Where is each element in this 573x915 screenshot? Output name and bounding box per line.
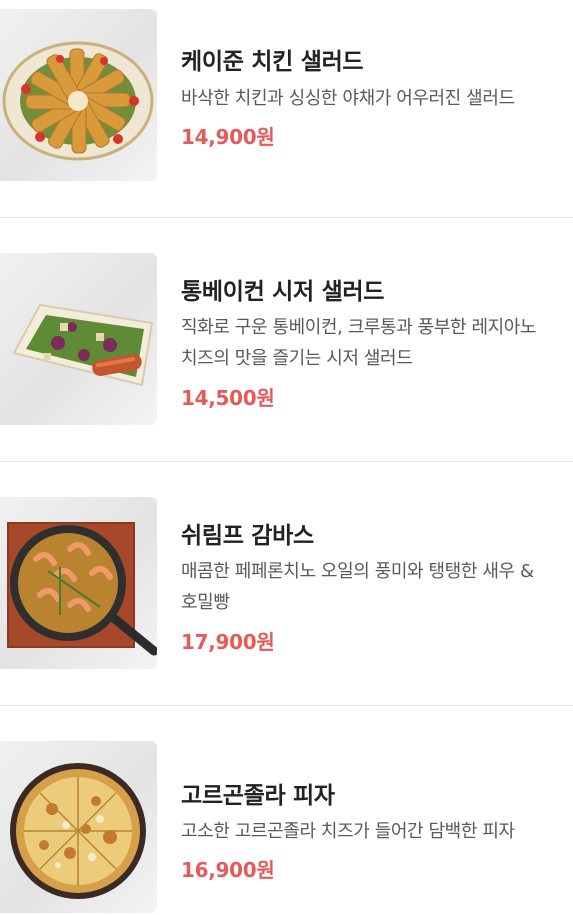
- description-line: 매콤한 페페론치노 오일의 풍미와 탱탱한 새우 &: [181, 561, 534, 582]
- menu-item-price: 17,900원: [181, 630, 275, 654]
- cajun-chicken-salad-image: [0, 9, 157, 181]
- menu-item-description: 고소한 고르곤졸라 치즈가 들어간 담백한 피자: [181, 816, 573, 847]
- menu-item-shrimp-gambas[interactable]: 쉬림프 감바스 매콤한 페페론치노 오일의 풍미와 탱탱한 새우 & 호밀빵 1…: [0, 462, 573, 706]
- menu-item-title: 케이준 치킨 샐러드: [181, 49, 364, 75]
- description-line: 바삭한 치킨과 싱싱한 야채가 어우러진 샐러드: [181, 88, 515, 109]
- menu-item-gorgonzola-pizza[interactable]: 고르곤졸라 피자 고소한 고르곤졸라 치즈가 들어간 담백한 피자 16,900…: [0, 706, 573, 915]
- menu-item-title: 통베이컨 시저 샐러드: [181, 279, 385, 305]
- menu-item-title: 고르곤졸라 피자: [181, 783, 335, 809]
- shrimp-gambas-image: [0, 497, 157, 669]
- description-line: 직화로 구운 통베이컨, 크루통과 풍부한 레지아노: [181, 317, 537, 338]
- menu-item-price: 14,500원: [181, 386, 275, 410]
- menu-item-title: 쉬림프 감바스: [181, 523, 314, 549]
- menu-item-bacon-caesar-salad[interactable]: 통베이컨 시저 샐러드 직화로 구운 통베이컨, 크루통과 풍부한 레지아노 치…: [0, 218, 573, 462]
- menu-item-description: 직화로 구운 통베이컨, 크루통과 풍부한 레지아노 치즈의 맛을 즐기는 시저…: [181, 312, 573, 374]
- gorgonzola-pizza-image: [0, 741, 157, 913]
- description-line: 호밀빵: [181, 592, 230, 613]
- menu-list: 케이준 치킨 샐러드 바삭한 치킨과 싱싱한 야채가 어우러진 샐러드 14,9…: [0, 0, 573, 915]
- menu-item-cajun-chicken-salad[interactable]: 케이준 치킨 샐러드 바삭한 치킨과 싱싱한 야채가 어우러진 샐러드 14,9…: [0, 0, 573, 218]
- description-line: 고소한 고르곤졸라 치즈가 들어간 담백한 피자: [181, 821, 515, 842]
- menu-item-price: 14,900원: [181, 125, 275, 149]
- menu-item-description: 바삭한 치킨과 싱싱한 야채가 어우러진 샐러드: [181, 83, 573, 114]
- menu-item-price: 16,900원: [181, 858, 275, 882]
- description-line: 치즈의 맛을 즐기는 시저 샐러드: [181, 348, 413, 369]
- bacon-caesar-salad-image: [0, 253, 157, 425]
- menu-item-description: 매콤한 페페론치노 오일의 풍미와 탱탱한 새우 & 호밀빵: [181, 556, 573, 618]
